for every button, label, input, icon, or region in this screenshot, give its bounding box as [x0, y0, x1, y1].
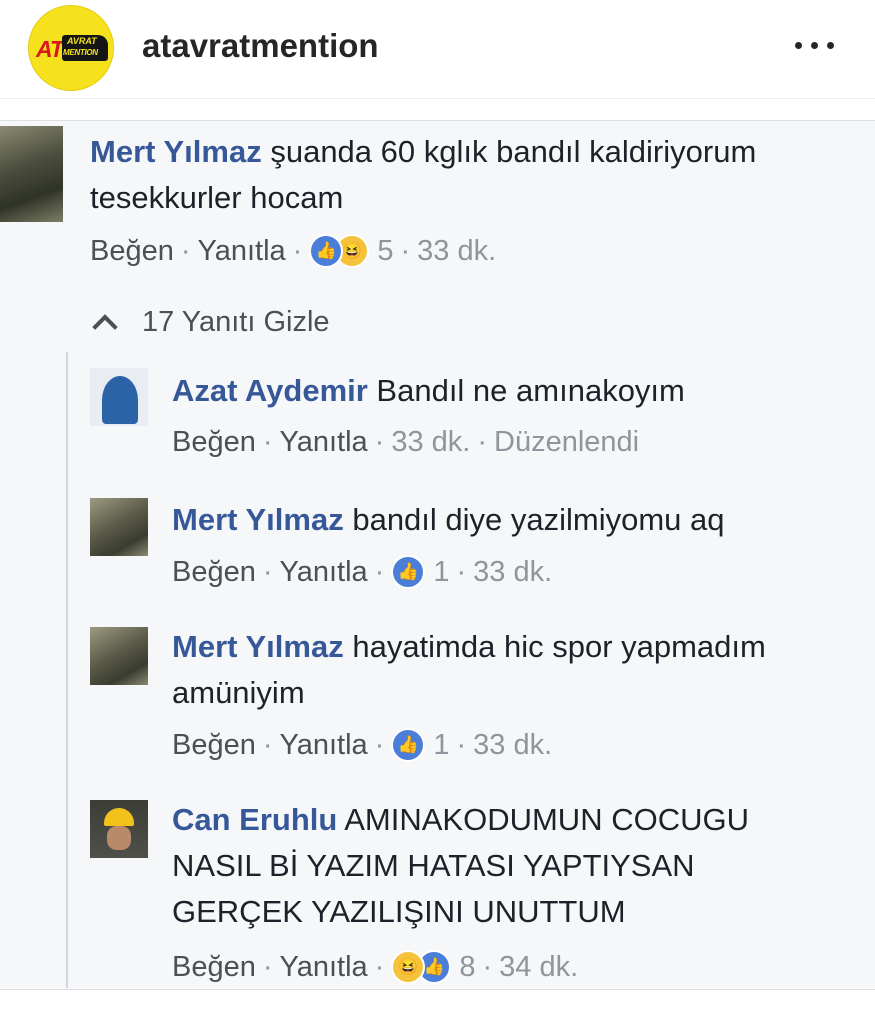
like-link[interactable]: Beğen	[90, 235, 174, 268]
reply-link[interactable]: Yanıtla	[280, 729, 368, 762]
post-header: AT AVRAT MENTION atavratmention	[0, 0, 875, 99]
logo-text: AT	[36, 36, 64, 62]
reply-author[interactable]: Mert Yılmaz	[172, 502, 344, 537]
reactions[interactable]: 👍	[391, 555, 426, 589]
reply-link[interactable]: Yanıtla	[280, 951, 368, 984]
hide-replies-label: 17 Yanıtı Gizle	[142, 306, 330, 338]
edited-label[interactable]: Düzenlendi	[494, 426, 639, 459]
comment-text-line2: tesekkurler hocam	[90, 180, 344, 215]
avatar[interactable]	[0, 126, 63, 222]
comment-text-line1: şuanda 60 kglık bandıl kaldiriyorum	[261, 134, 757, 169]
reply-text-line1: hayatimda hic spor yapmadım	[343, 629, 766, 664]
reply-text-line1: bandıl diye yazilmiyomu aq	[343, 502, 725, 537]
reply-link[interactable]: Yanıtla	[280, 426, 368, 459]
reply-meta: Beğen · Yanıtla · 33 dk. · Düzenlendi	[172, 426, 640, 459]
haha-reaction-icon: 😆	[391, 950, 426, 984]
comment-meta: Beğen · Yanıtla · 👍 😆 5 · 33 dk.	[90, 234, 497, 268]
reactions[interactable]: 👍	[391, 728, 426, 762]
comment-time[interactable]: 33 dk.	[417, 235, 496, 268]
reply-time[interactable]: 34 dk.	[499, 951, 578, 984]
reply-time[interactable]: 33 dk.	[473, 556, 552, 589]
logo-subtext-bottom: MENTION	[63, 48, 98, 57]
reaction-count[interactable]: 1	[433, 556, 449, 589]
comment-body: Mert Yılmaz şuanda 60 kglık bandıl kaldi…	[90, 129, 870, 221]
like-link[interactable]: Beğen	[172, 556, 256, 589]
reply-body: Mert Yılmaz hayatimda hic spor yapmadım …	[172, 624, 872, 716]
avatar[interactable]	[90, 498, 148, 556]
reply-text-line3: GERÇEK YAZILIŞINI UNUTTUM	[172, 894, 626, 929]
reply-link[interactable]: Yanıtla	[280, 556, 368, 589]
reply-meta: Beğen · Yanıtla · 😆 👍 8 · 34 dk.	[172, 950, 579, 984]
avatar[interactable]	[90, 627, 148, 685]
reply-author[interactable]: Azat Aydemir	[172, 373, 368, 408]
reaction-count[interactable]: 8	[459, 951, 475, 984]
like-reaction-icon: 👍	[391, 555, 426, 589]
account-username[interactable]: atavratmention	[142, 27, 379, 65]
reaction-count[interactable]: 1	[433, 729, 449, 762]
reply-author[interactable]: Can Eruhlu	[172, 802, 337, 837]
like-link[interactable]: Beğen	[172, 729, 256, 762]
like-reaction-icon: 👍	[391, 728, 426, 762]
reply-link[interactable]: Yanıtla	[198, 235, 286, 268]
reply-text-line2: NASIL Bİ YAZIM HATASI YAPTIYSAN	[172, 848, 695, 883]
reactions[interactable]: 😆 👍	[391, 950, 452, 984]
reply-text-line1: AMINAKODUMUN COCUGU	[337, 802, 749, 837]
avatar[interactable]	[90, 800, 148, 858]
like-link[interactable]: Beğen	[172, 426, 256, 459]
reply-thread-line	[66, 352, 68, 988]
reply-meta: Beğen · Yanıtla · 👍 1 · 33 dk.	[172, 728, 553, 762]
reply-meta: Beğen · Yanıtla · 👍 1 · 33 dk.	[172, 555, 553, 589]
reply-time[interactable]: 33 dk.	[473, 729, 552, 762]
avatar[interactable]	[90, 368, 148, 426]
reply-time[interactable]: 33 dk.	[391, 426, 470, 459]
more-horizontal-icon[interactable]	[792, 34, 838, 58]
reply-body: Can Eruhlu AMINAKODUMUN COCUGU NASIL Bİ …	[172, 797, 872, 935]
reply-text-line1: Bandıl ne amınakoyım	[367, 373, 685, 408]
logo-subtext-top: AVRAT	[67, 36, 97, 46]
chevron-up-icon	[92, 313, 118, 340]
reply-text-line2: amüniyim	[172, 675, 305, 710]
reply-body: Azat Aydemir Bandıl ne amınakoyım	[172, 368, 872, 414]
reply-author[interactable]: Mert Yılmaz	[172, 629, 344, 664]
profile-avatar[interactable]: AT AVRAT MENTION	[28, 5, 114, 91]
like-link[interactable]: Beğen	[172, 951, 256, 984]
comment-author[interactable]: Mert Yılmaz	[90, 134, 262, 169]
like-reaction-icon: 👍	[309, 234, 344, 268]
hide-replies-link[interactable]: 17 Yanıtı Gizle	[90, 306, 330, 340]
reactions[interactable]: 👍 😆	[309, 234, 370, 268]
reaction-count[interactable]: 5	[377, 235, 393, 268]
reply-body: Mert Yılmaz bandıl diye yazilmiyomu aq	[172, 497, 872, 543]
